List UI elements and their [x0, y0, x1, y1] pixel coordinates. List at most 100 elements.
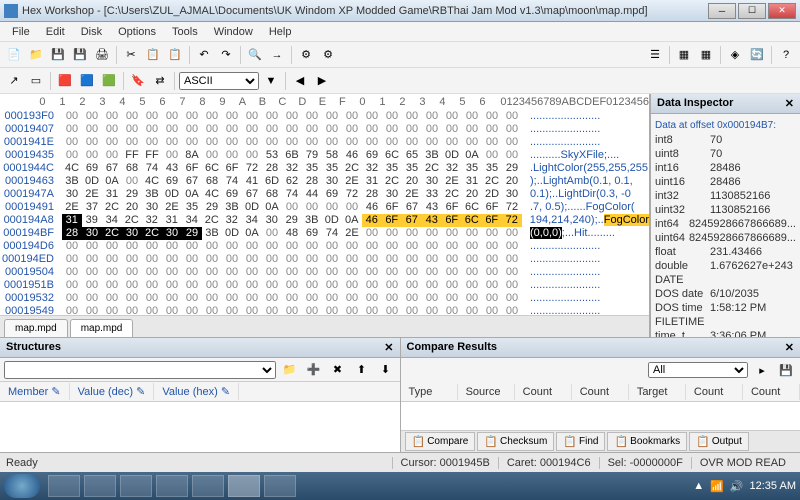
hex-row[interactable]: 0001940700000000000000000000000000000000… [0, 123, 649, 136]
redo-icon[interactable]: ↷ [216, 45, 236, 65]
panel-close-icon[interactable]: ✕ [785, 341, 794, 354]
tool-icon[interactable]: ⚙ [296, 45, 316, 65]
prev-icon[interactable]: ◀ [290, 71, 310, 91]
task-media-icon[interactable] [120, 475, 152, 497]
tray-flag-icon[interactable]: ▲ [693, 480, 704, 492]
compare-column-header[interactable]: Count [515, 384, 572, 400]
nav-icon[interactable]: ⇄ [150, 71, 170, 91]
color2-icon[interactable]: 🟦 [77, 71, 97, 91]
hex-row[interactable]: 000194633B0D0A004C69676874416D6228302E31… [0, 175, 649, 188]
tray-network-icon[interactable]: 📶 [710, 480, 724, 493]
encoding-select[interactable]: ASCII [179, 72, 259, 90]
struct-column-header[interactable]: Value (dec) ✎ [70, 383, 155, 400]
task-app1-icon[interactable] [156, 475, 188, 497]
next-icon[interactable]: ▶ [312, 71, 332, 91]
compare-filter-select[interactable]: All [648, 362, 748, 378]
file-tab[interactable]: map.mpd [70, 319, 134, 337]
start-button[interactable] [4, 474, 40, 498]
hex-row[interactable]: 0001953200000000000000000000000000000000… [0, 292, 649, 305]
cut-icon[interactable]: ✂ [121, 45, 141, 65]
hex-row[interactable]: 000194D600000000000000000000000000000000… [0, 240, 649, 253]
task-explorer-icon[interactable] [84, 475, 116, 497]
filter-apply-icon[interactable]: ▸ [752, 360, 772, 380]
maximize-button[interactable]: ☐ [738, 3, 766, 19]
color1-icon[interactable]: 🟥 [55, 71, 75, 91]
view2-icon[interactable]: ▦ [696, 45, 716, 65]
struct-down-icon[interactable]: ⬇ [376, 360, 396, 380]
refresh-icon[interactable]: 🔄 [747, 45, 767, 65]
panel-close-icon[interactable]: ✕ [384, 341, 393, 354]
find-icon[interactable]: 🔍 [245, 45, 265, 65]
struct-del-icon[interactable]: ✖ [328, 360, 348, 380]
paste-icon[interactable]: 📋 [165, 45, 185, 65]
results-tab-compare[interactable]: 📋Compare [405, 432, 476, 451]
compare-column-header[interactable]: Count [686, 384, 743, 400]
compare-column-header[interactable]: Target [629, 384, 686, 400]
struct-up-icon[interactable]: ⬆ [352, 360, 372, 380]
panel-close-icon[interactable]: ✕ [785, 97, 794, 110]
results-tab-find[interactable]: 📋Find [556, 432, 605, 451]
copy-icon[interactable]: 📋 [143, 45, 163, 65]
hex-row[interactable]: 000194ED00000000000000000000000000000000… [0, 253, 649, 266]
menu-file[interactable]: File [4, 24, 38, 40]
hex-row[interactable]: 0001950400000000000000000000000000000000… [0, 266, 649, 279]
goto-icon[interactable]: → [267, 45, 287, 65]
close-button[interactable]: ✕ [768, 3, 796, 19]
select-icon[interactable]: ▭ [26, 71, 46, 91]
hex-editor[interactable]: 0123456789ABCDEF01234560123456789ABCDEF0… [0, 94, 649, 315]
results-tab-bookmarks[interactable]: 📋Bookmarks [607, 432, 687, 451]
file-tab[interactable]: map.mpd [4, 319, 68, 337]
print-icon[interactable]: 🖨 [92, 45, 112, 65]
hex-row[interactable]: 00019435000000FFFF008A000000536B79584669… [0, 149, 649, 162]
compare-column-header[interactable]: Source [458, 384, 515, 400]
new-icon[interactable]: 📄 [4, 45, 24, 65]
results-tab-checksum[interactable]: 📋Checksum [477, 432, 554, 451]
menu-disk[interactable]: Disk [73, 24, 110, 40]
open-icon[interactable]: 📁 [26, 45, 46, 65]
arrow-icon[interactable]: ↗ [4, 71, 24, 91]
task-app3-icon[interactable] [264, 475, 296, 497]
compare-column-header[interactable]: Type [401, 384, 458, 400]
dropdown-icon[interactable]: ▼ [261, 71, 281, 91]
help-icon[interactable]: ? [776, 45, 796, 65]
saveall-icon[interactable]: 💾 [70, 45, 90, 65]
task-ie-icon[interactable] [48, 475, 80, 497]
view-icon[interactable]: ▦ [674, 45, 694, 65]
struct-open-icon[interactable]: 📁 [280, 360, 300, 380]
color3-icon[interactable]: 🟩 [99, 71, 119, 91]
structures-list[interactable] [0, 402, 400, 452]
struct-column-header[interactable]: Value (hex) ✎ [154, 383, 239, 400]
hex-row[interactable]: 0001947A302E31293B0D0A4C6967687444697228… [0, 188, 649, 201]
menu-tools[interactable]: Tools [164, 24, 206, 40]
structure-select[interactable] [4, 361, 276, 379]
results-tab-output[interactable]: 📋Output [689, 432, 749, 451]
compare-column-header[interactable]: Count [743, 384, 800, 400]
tray-time[interactable]: 12:35 AM [750, 480, 796, 492]
struct-icon[interactable]: ◈ [725, 45, 745, 65]
hex-row[interactable]: 0001941E00000000000000000000000000000000… [0, 136, 649, 149]
hex-row[interactable]: 000194A83139342C3231342C323430293B0D0A46… [0, 214, 649, 227]
menu-window[interactable]: Window [206, 24, 261, 40]
compare-column-header[interactable]: Count [572, 384, 629, 400]
compare-list[interactable] [401, 402, 800, 430]
hex-row[interactable]: 000194BF28302C302C30293B0D0A004869742E00… [0, 227, 649, 240]
hex-row[interactable]: 000194912E372C20302E35293B0D0A0000000046… [0, 201, 649, 214]
tray-volume-icon[interactable]: 🔊 [730, 480, 744, 493]
bookmark-icon[interactable]: 🔖 [128, 71, 148, 91]
struct-column-header[interactable]: Member ✎ [0, 383, 70, 400]
struct-add-icon[interactable]: ➕ [304, 360, 324, 380]
hex-row[interactable]: 0001944C4C69676874436F6C6F72283235352C32… [0, 162, 649, 175]
hex-row[interactable]: 0001954900000000000000000000000000000000… [0, 305, 649, 315]
undo-icon[interactable]: ↶ [194, 45, 214, 65]
task-app2-icon[interactable] [192, 475, 224, 497]
menu-options[interactable]: Options [110, 24, 164, 40]
hex-row[interactable]: 0001951B00000000000000000000000000000000… [0, 279, 649, 292]
menu-help[interactable]: Help [261, 24, 300, 40]
minimize-button[interactable]: ─ [708, 3, 736, 19]
hex-row[interactable]: 000193F000000000000000000000000000000000… [0, 110, 649, 123]
save-icon[interactable]: 💾 [48, 45, 68, 65]
filter-export-icon[interactable]: 💾 [776, 360, 796, 380]
menu-edit[interactable]: Edit [38, 24, 73, 40]
tool2-icon[interactable]: ⚙ [318, 45, 338, 65]
compare-icon[interactable]: ☰ [645, 45, 665, 65]
